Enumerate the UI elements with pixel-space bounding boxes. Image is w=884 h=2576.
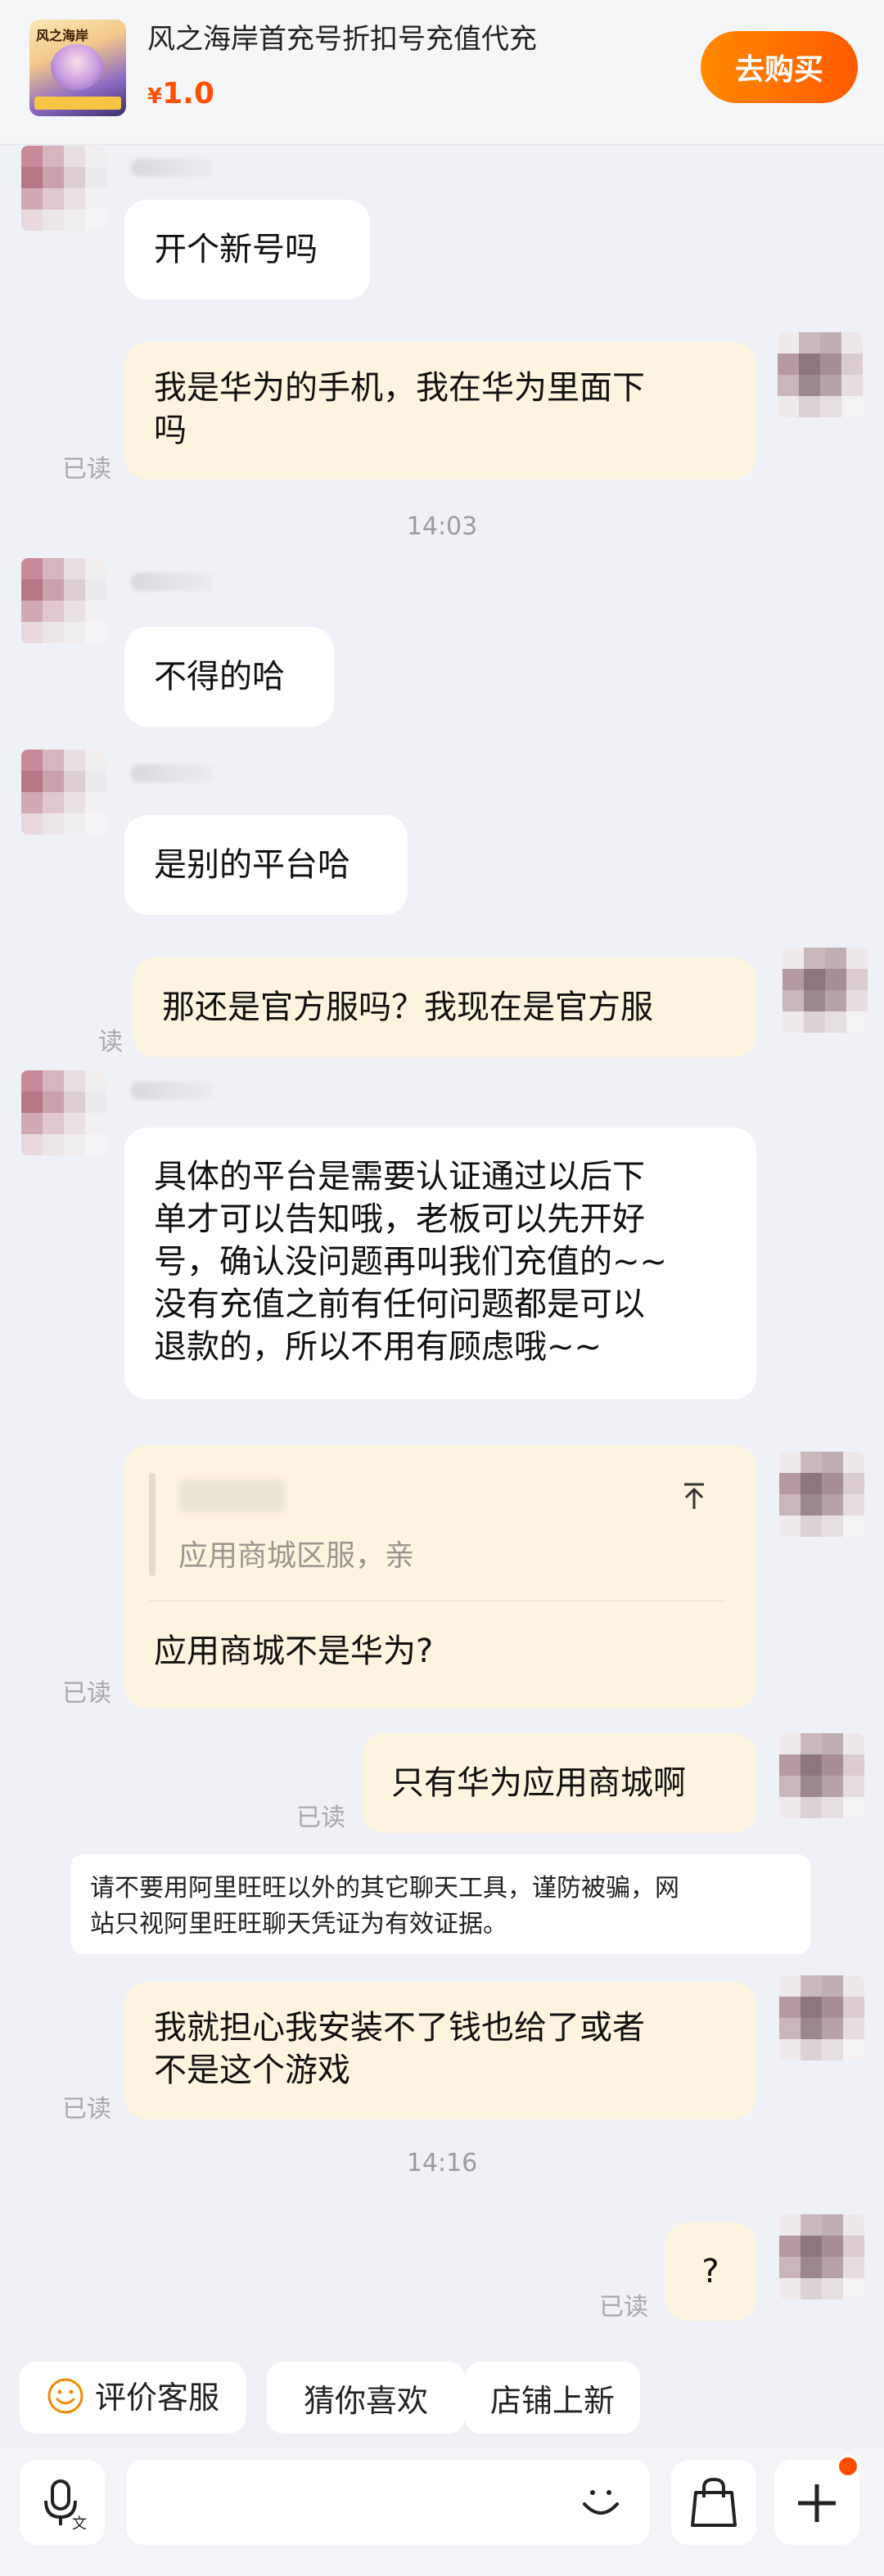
message-line: 我就担心我安装不了钱也给了或者 <box>154 2009 645 2047</box>
message-text: 应用商城不是华为? <box>154 1633 434 1670</box>
message-bubble[interactable]: 我是华为的手机，我在华为里面下 吗 <box>124 342 756 480</box>
sender-name <box>131 159 216 177</box>
user-avatar[interactable] <box>779 1452 864 1537</box>
message-input[interactable] <box>126 2460 650 2545</box>
timestamp: 14:16 <box>406 2149 478 2177</box>
message-bubble[interactable]: 只有华为应用商城啊 <box>362 1733 756 1833</box>
price-currency: ¥ <box>147 84 163 109</box>
user-avatar[interactable] <box>779 2214 864 2299</box>
message-line: 我是华为的手机，我在华为里面下 <box>154 369 645 407</box>
user-avatar[interactable] <box>779 1975 864 2060</box>
safety-notice: 请不要用阿里旺旺以外的其它聊天工具，谨防被骗，网 站只视阿里旺旺聊天凭证为有效证… <box>70 1854 810 1954</box>
shopping-bag-button[interactable] <box>671 2460 756 2545</box>
user-avatar[interactable] <box>779 1733 864 1818</box>
shop-new-arrivals-chip[interactable]: 店铺上新 <box>465 2362 640 2434</box>
emoji-button[interactable] <box>573 2475 629 2533</box>
quoted-message-bubble[interactable]: 应用商城区服，亲 应用商城不是华为? <box>124 1445 756 1709</box>
notice-line: 请不要用阿里旺旺以外的其它聊天工具，谨防被骗，网 <box>90 1874 679 1903</box>
character-art <box>51 44 103 90</box>
svg-text:文: 文 <box>72 2515 87 2533</box>
price-value: 1.0 <box>162 77 214 110</box>
message-bubble[interactable]: 不得的哈 <box>124 627 334 727</box>
message-line: 不是这个游戏 <box>154 2051 350 2089</box>
product-title[interactable]: 风之海岸首充号折扣号充值代充 <box>147 16 537 56</box>
thumbnail-banner <box>34 97 121 110</box>
quoted-sender-name <box>178 1479 285 1512</box>
product-price: ¥1.0 <box>147 77 214 110</box>
read-status: 已读 <box>599 2293 648 2322</box>
message-line: 吗 <box>154 412 187 449</box>
shopping-bag-icon <box>671 2477 756 2548</box>
chip-label: 评价客服 <box>94 2380 219 2416</box>
seller-avatar[interactable] <box>21 558 106 643</box>
message-line: 具体的平台是需要认证通过以后下 <box>154 1158 645 1196</box>
microphone-translate-icon: 文 <box>20 2479 105 2548</box>
message-bubble[interactable]: 我就担心我安装不了钱也给了或者 不是这个游戏 <box>124 1982 756 2119</box>
rate-service-chip[interactable]: 评价客服 <box>20 2362 246 2434</box>
message-line: 单才可以告知哦，老板可以先开好 <box>154 1200 645 1238</box>
user-avatar[interactable] <box>778 332 863 417</box>
message-bubble[interactable]: 开个新号吗 <box>124 200 370 299</box>
message-bubble[interactable]: 是别的平台哈 <box>124 815 408 915</box>
notification-dot <box>837 2455 859 2478</box>
message-line: 没有充值之前有任何问题都是可以 <box>154 1286 645 1323</box>
read-status: 已读 <box>62 455 111 484</box>
read-status: 读 <box>98 1028 123 1056</box>
user-avatar[interactable] <box>783 948 868 1033</box>
message-line: 号，确认没问题再叫我们充值的~~ <box>154 1243 668 1281</box>
smile-icon <box>46 2376 85 2423</box>
plus-icon <box>774 2484 859 2548</box>
seller-avatar[interactable] <box>21 1070 106 1155</box>
read-status: 已读 <box>62 2095 111 2123</box>
voice-button[interactable]: 文 <box>20 2460 105 2545</box>
sender-name <box>131 573 216 591</box>
message-line: 退款的，所以不用有顾虑哦~~ <box>154 1328 602 1366</box>
thumbnail-title: 风之海岸 <box>36 28 89 43</box>
scroll-to-original-icon[interactable] <box>678 1479 710 1523</box>
sender-name <box>131 1082 216 1100</box>
message-bubble[interactable]: 具体的平台是需要认证通过以后下 单才可以告知哦，老板可以先开好 号，确认没问题再… <box>124 1128 756 1399</box>
guess-you-like-chip[interactable]: 猜你喜欢 <box>267 2362 465 2434</box>
message-bubble[interactable]: 那还是官方服吗？我现在是官方服 <box>133 957 756 1057</box>
buy-button[interactable]: 去购买 <box>701 31 858 103</box>
read-status: 已读 <box>296 1804 345 1832</box>
seller-avatar[interactable] <box>21 146 106 231</box>
sender-name <box>131 764 216 782</box>
quoted-text: 应用商城区服，亲 <box>178 1539 415 1573</box>
message-bubble[interactable]: ? <box>665 2222 756 2321</box>
read-status: 已读 <box>62 1679 111 1708</box>
quoted-reply[interactable]: 应用商城区服，亲 <box>149 1473 714 1591</box>
input-bar: 文 <box>0 2447 884 2576</box>
product-header: 风之海岸 风之海岸首充号折扣号充值代充 ¥1.0 去购买 <box>0 0 884 145</box>
notice-line: 站只视阿里旺旺聊天凭证为有效证据。 <box>90 1910 507 1939</box>
seller-avatar[interactable] <box>21 750 106 835</box>
quote-bar <box>149 1473 156 1576</box>
product-thumbnail[interactable]: 风之海岸 <box>29 20 126 116</box>
timestamp: 14:03 <box>406 512 478 541</box>
